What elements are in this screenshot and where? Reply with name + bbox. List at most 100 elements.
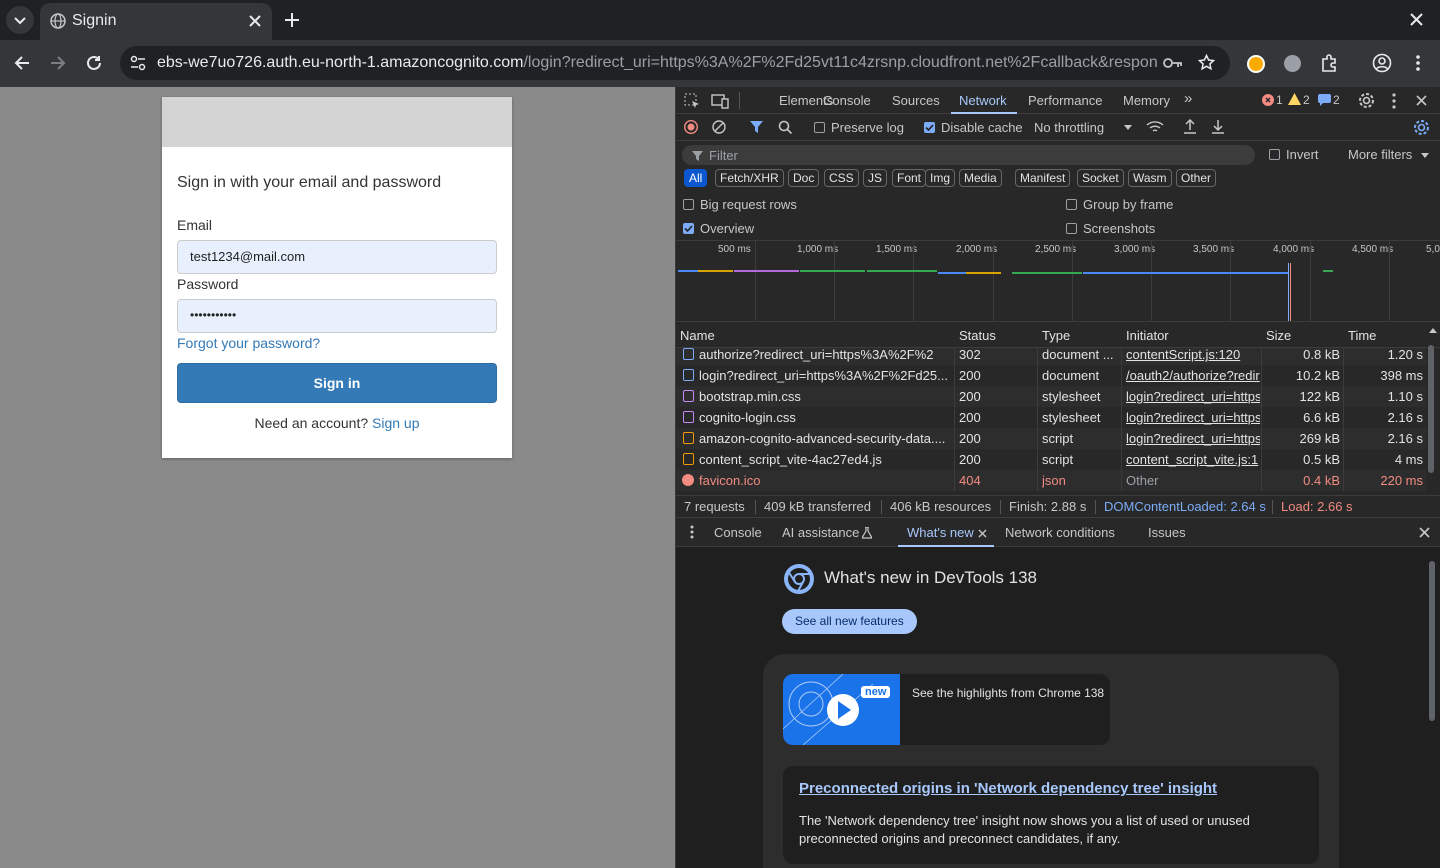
- extension-icon-2[interactable]: [1284, 55, 1301, 72]
- cell-initiator[interactable]: Other: [1126, 473, 1260, 488]
- search-icon[interactable]: [778, 120, 792, 134]
- cell-initiator[interactable]: /oauth2/authorize?redir: [1126, 368, 1260, 383]
- puzzle-icon[interactable]: [1320, 54, 1338, 72]
- reload-icon[interactable]: [85, 54, 103, 72]
- group-frame-checkbox[interactable]: [1066, 199, 1077, 210]
- tab-performance[interactable]: Performance: [1028, 93, 1102, 108]
- chip-wasm[interactable]: Wasm: [1128, 169, 1172, 187]
- table-row[interactable]: bootstrap.min.css 200 stylesheet login?redi…: [676, 386, 1426, 407]
- tab-memory[interactable]: Memory: [1123, 93, 1170, 108]
- col-size[interactable]: Size: [1266, 328, 1291, 343]
- profile-icon[interactable]: [1372, 53, 1392, 73]
- col-name[interactable]: Name: [680, 328, 715, 343]
- chip-doc[interactable]: Doc: [788, 169, 820, 187]
- tab-console[interactable]: Console: [823, 93, 871, 108]
- chip-media[interactable]: Media: [959, 169, 1002, 187]
- table-row[interactable]: favicon.ico 404 json Other 0.4 kB 220 ms: [676, 470, 1426, 491]
- extension-icon-1[interactable]: [1247, 55, 1265, 73]
- cell-name[interactable]: amazon-cognito-advanced-security-data...…: [699, 431, 949, 446]
- close-whats-new-icon[interactable]: [978, 529, 987, 538]
- chip-css[interactable]: CSS: [824, 169, 859, 187]
- chip-other[interactable]: Other: [1176, 169, 1217, 187]
- drawer-menu-icon[interactable]: [690, 525, 694, 539]
- drawer-scrollbar-thumb[interactable]: [1429, 561, 1435, 721]
- col-status[interactable]: Status: [959, 328, 996, 343]
- screenshots-checkbox[interactable]: [1066, 223, 1077, 234]
- table-row[interactable]: content_script_vite-4ac27ed4.js 200 script…: [676, 449, 1426, 470]
- close-drawer-icon[interactable]: [1419, 527, 1430, 538]
- star-icon[interactable]: [1198, 54, 1215, 71]
- cell-initiator[interactable]: content_script_vite.js:1: [1126, 452, 1260, 467]
- scrollbar-thumb[interactable]: [1428, 345, 1434, 473]
- download-icon[interactable]: [1211, 119, 1225, 134]
- cell-name[interactable]: bootstrap.min.css: [699, 389, 949, 404]
- network-conditions-icon[interactable]: [1146, 120, 1164, 134]
- cell-initiator[interactable]: contentScript.js:120: [1126, 348, 1260, 362]
- overview-timeline[interactable]: 500 ms 1,000 ms 1,500 ms 2,000 ms 2,500 ms 3,…: [676, 240, 1440, 322]
- table-row[interactable]: amazon-cognito-advanced-security-data...…: [676, 428, 1426, 449]
- throttling-select[interactable]: No throttling: [1034, 120, 1104, 135]
- close-devtools-icon[interactable]: [1416, 95, 1427, 106]
- col-time[interactable]: Time: [1348, 328, 1376, 343]
- site-settings-icon[interactable]: [130, 55, 146, 71]
- invert-checkbox[interactable]: [1269, 149, 1280, 160]
- preserve-log-checkbox[interactable]: [814, 122, 825, 133]
- close-tab-icon[interactable]: [248, 14, 262, 28]
- key-icon[interactable]: [1163, 56, 1183, 70]
- big-rows-checkbox[interactable]: [683, 199, 694, 210]
- chip-all[interactable]: All: [684, 169, 708, 187]
- overview-checkbox[interactable]: [683, 223, 694, 234]
- network-settings-icon[interactable]: [1413, 119, 1430, 136]
- cell-name[interactable]: cognito-login.css: [699, 410, 949, 425]
- chip-js[interactable]: JS: [863, 169, 888, 187]
- inspect-icon[interactable]: [684, 93, 700, 109]
- signup-link[interactable]: Sign up: [372, 415, 419, 431]
- drawer-tab-console[interactable]: Console: [714, 525, 762, 540]
- chip-socket[interactable]: Socket: [1077, 169, 1124, 187]
- tab-network[interactable]: Network: [959, 93, 1007, 108]
- cell-name[interactable]: login?redirect_uri=https%3A%2F%2Fd25...: [699, 368, 949, 383]
- disable-cache-checkbox[interactable]: [924, 122, 935, 133]
- chip-fetchxhr[interactable]: Fetch/XHR: [715, 169, 784, 187]
- table-scrollbar[interactable]: [1427, 345, 1435, 485]
- cell-name[interactable]: authorize?redirect_uri=https%3A%2F%2: [699, 348, 949, 362]
- filter-input[interactable]: Filter: [682, 145, 1255, 165]
- address-bar[interactable]: ebs-we7uo726.auth.eu-north-1.amazoncogni…: [120, 46, 1230, 80]
- feature-title-link[interactable]: Preconnected origins in 'Network depende…: [799, 780, 1217, 797]
- drawer-tab-issues[interactable]: Issues: [1148, 525, 1186, 540]
- cell-name[interactable]: content_script_vite-4ac27ed4.js: [699, 452, 949, 467]
- dropdown-caret-icon[interactable]: [1124, 125, 1132, 130]
- email-field[interactable]: test1234@mail.com: [177, 240, 497, 274]
- back-icon[interactable]: [13, 54, 31, 72]
- clear-icon[interactable]: [712, 120, 726, 134]
- settings-gear-icon[interactable]: [1358, 92, 1375, 109]
- cell-name[interactable]: favicon.ico: [699, 473, 949, 488]
- more-filters-button[interactable]: More filters: [1348, 147, 1412, 162]
- upload-icon[interactable]: [1183, 119, 1197, 134]
- table-row[interactable]: authorize?redirect_uri=https%3A%2F%2 302 d…: [676, 348, 1426, 365]
- record-icon[interactable]: [684, 120, 698, 134]
- password-field[interactable]: •••••••••••: [177, 299, 497, 333]
- cell-initiator[interactable]: login?redirect_uri=https: [1126, 389, 1260, 404]
- drawer-tab-network-conditions[interactable]: Network conditions: [1005, 525, 1115, 540]
- table-row[interactable]: cognito-login.css 200 stylesheet login?redi…: [676, 407, 1426, 428]
- drawer-tab-whats-new[interactable]: What's new: [907, 525, 974, 540]
- forgot-password-link[interactable]: Forgot your password?: [177, 335, 320, 351]
- signin-button[interactable]: Sign in: [177, 363, 497, 403]
- more-tabs-icon[interactable]: »: [1184, 90, 1192, 107]
- forward-icon[interactable]: [49, 54, 67, 72]
- error-count[interactable]: 1: [1276, 93, 1283, 107]
- drawer-scrollbar[interactable]: [1428, 551, 1436, 721]
- col-type[interactable]: Type: [1042, 328, 1070, 343]
- device-toolbar-icon[interactable]: [711, 93, 729, 109]
- drawer-tab-ai-assistance[interactable]: AI assistance: [782, 525, 859, 540]
- cell-initiator[interactable]: login?redirect_uri=https: [1126, 431, 1260, 446]
- info-count[interactable]: 2: [1333, 93, 1340, 107]
- new-tab-icon[interactable]: [284, 12, 300, 28]
- tab-search-button[interactable]: [6, 6, 34, 34]
- devtools-menu-icon[interactable]: [1391, 93, 1397, 109]
- highlights-video-card[interactable]: new See the highlights from Chrome 138: [783, 674, 1110, 745]
- chip-font[interactable]: Font: [892, 169, 927, 187]
- warning-count[interactable]: 2: [1303, 93, 1310, 107]
- see-all-features-button[interactable]: See all new features: [782, 609, 917, 634]
